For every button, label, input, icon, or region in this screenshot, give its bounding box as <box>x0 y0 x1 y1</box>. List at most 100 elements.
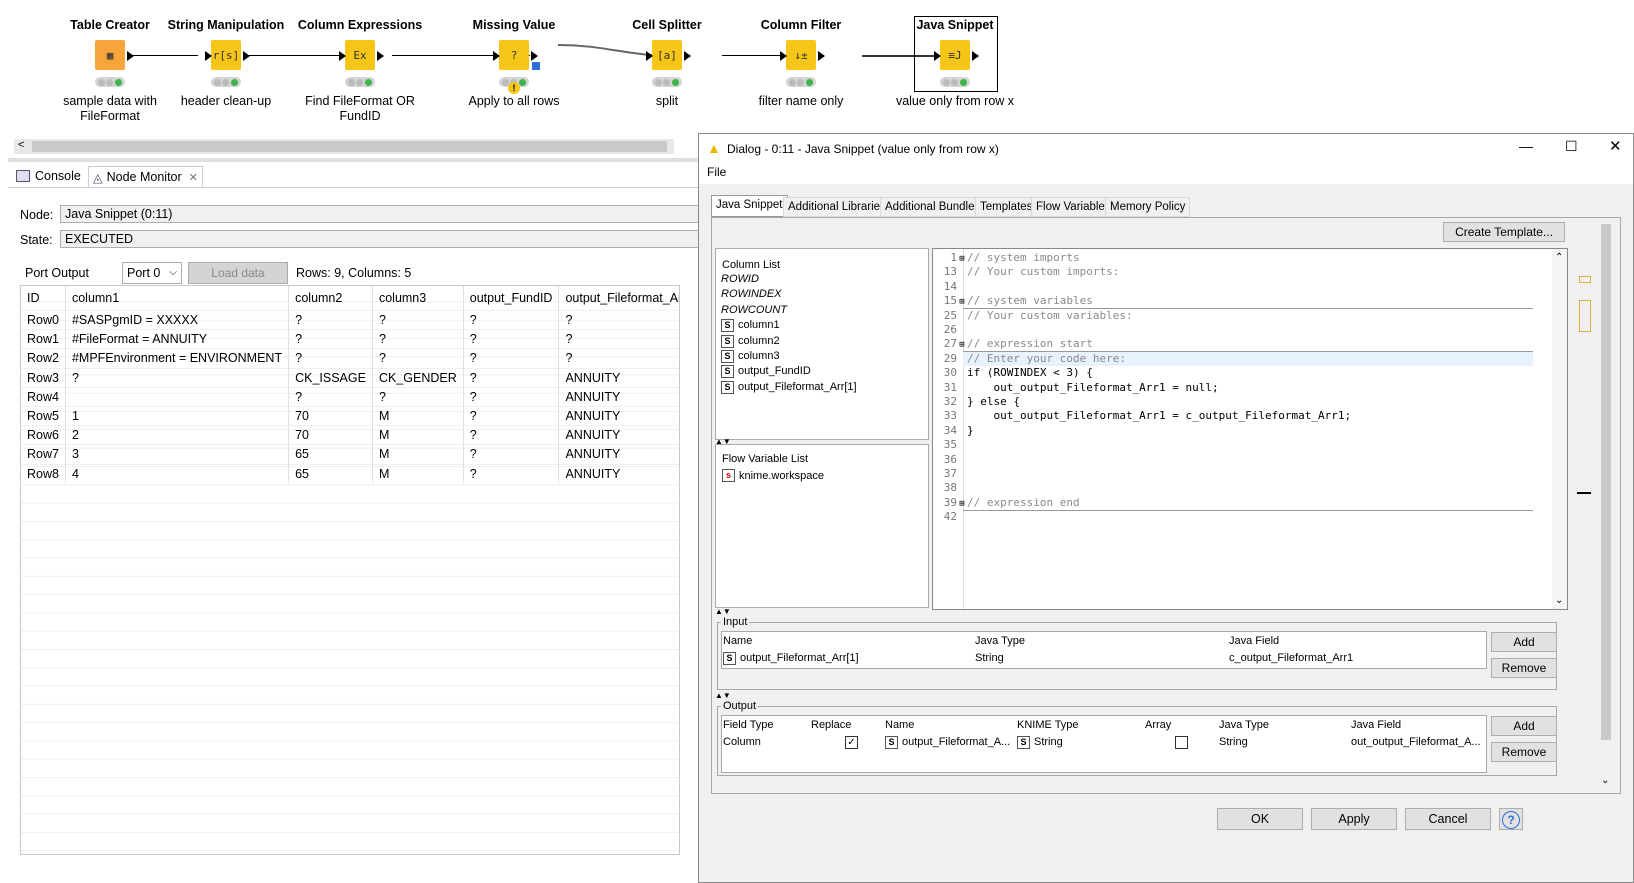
node-description[interactable]: filter name only <box>721 94 881 109</box>
fold-toggle-icon[interactable]: ⊞ <box>957 295 967 309</box>
flow-variable-port-icon[interactable] <box>532 62 540 70</box>
table-row[interactable]: Row1 #FileFormat = ANNUITY???? <box>21 329 679 349</box>
column-filter-icon[interactable]: ↓± <box>786 40 816 70</box>
output-cell[interactable]: S String <box>1017 734 1063 750</box>
node-description[interactable]: Find FileFormat OR FundID <box>280 94 440 124</box>
tab-memory-policy[interactable]: Memory Policy <box>1105 197 1191 217</box>
checkbox[interactable]: ✓ <box>845 735 858 749</box>
output-port-icon[interactable] <box>818 51 825 61</box>
scrollbar-thumb[interactable] <box>1601 224 1611 740</box>
output-cell[interactable]: String <box>1219 734 1248 750</box>
port-select[interactable]: Port 0 ⌵ <box>122 262 182 284</box>
missing-value-icon[interactable]: ? <box>499 40 529 70</box>
minimize-icon[interactable]: — <box>1519 138 1533 154</box>
output-cell[interactable]: Soutput_Fileformat_A... <box>885 734 1010 750</box>
output-cell[interactable] <box>1145 734 1188 750</box>
node-description[interactable]: value only from row x <box>875 94 1035 109</box>
tab-additional-libraries[interactable]: Additional Libraries <box>783 197 891 217</box>
output-add-button[interactable]: Add <box>1491 716 1557 736</box>
output-cell[interactable]: out_output_Fileformat_A... <box>1351 734 1481 750</box>
table-creator-icon[interactable]: ▦ <box>95 40 125 70</box>
output-port-icon[interactable] <box>684 51 691 61</box>
column-list-item[interactable]: ROWID <box>721 272 759 287</box>
column-header[interactable]: column2 <box>288 286 373 311</box>
output-port-icon[interactable] <box>243 51 250 61</box>
apply-button[interactable]: Apply <box>1311 808 1397 830</box>
close-icon[interactable]: ✕ <box>189 171 198 184</box>
input-port-icon[interactable] <box>646 51 653 61</box>
table-row[interactable]: Row7 3 65 M? ANNUITY <box>21 444 679 464</box>
column-list-item[interactable]: Soutput_FundID <box>721 364 811 379</box>
scroll-left-icon[interactable]: < <box>18 139 24 151</box>
tab-templates[interactable]: Templates <box>975 197 1038 217</box>
string-manipulation-icon[interactable]: r[s] <box>211 40 241 70</box>
input-cell[interactable]: String <box>975 650 1004 666</box>
fold-toggle-icon[interactable]: ⊞ <box>957 497 967 511</box>
column-list-item[interactable]: ROWCOUNT <box>721 303 787 318</box>
output-port-icon[interactable] <box>531 51 538 61</box>
column-header[interactable]: column3 <box>372 286 464 311</box>
node-description[interactable]: Apply to all rows <box>434 94 594 109</box>
data-table[interactable]: ID column1 column2 column3 output_FundID outp… <box>20 285 680 855</box>
output-cell[interactable]: ✓ <box>811 734 858 750</box>
column-header[interactable]: output_Fileformat_Arr[1] <box>558 286 679 311</box>
flow-variable-item[interactable]: s knime.workspace <box>722 469 824 482</box>
column-list-item[interactable]: Scolumn1 <box>721 318 780 333</box>
table-row[interactable]: Row0 #SASPgmID = XXXXX???? <box>21 309 679 330</box>
scroll-down-icon[interactable]: ⌄ <box>1601 775 1609 786</box>
maximize-icon[interactable]: ☐ <box>1565 138 1578 155</box>
tab-additional-bundles[interactable]: Additional Bundles <box>880 197 986 217</box>
tab-java-snippet[interactable]: Java Snippet <box>711 195 788 217</box>
create-template-button[interactable]: Create Template... <box>1443 222 1565 242</box>
column-expressions-icon[interactable]: Ex <box>345 40 375 70</box>
column-list-item[interactable]: Scolumn3 <box>721 349 780 364</box>
input-remove-button[interactable]: Remove <box>1491 658 1557 678</box>
table-row[interactable]: Row8 4 65 M? ANNUITY <box>21 463 679 483</box>
column-list-item[interactable]: ROWINDEX <box>721 287 782 302</box>
code-editor[interactable]: 1 ⊞// system imports 13 // Your custom imp… <box>932 248 1568 610</box>
table-row[interactable]: Row5 1 70 M? ANNUITY <box>21 405 679 426</box>
column-header[interactable]: ID <box>21 286 66 311</box>
input-cell[interactable]: Soutput_Fileformat_Arr[1] <box>723 650 859 666</box>
fold-toggle-icon[interactable]: ⊞ <box>957 338 967 352</box>
tab-node-monitor[interactable]: ◬ Node Monitor ✕ <box>88 166 203 187</box>
input-port-icon[interactable] <box>493 51 500 61</box>
column-header[interactable]: column1 <box>65 286 290 311</box>
table-row[interactable]: Row2 #MPFEnvironment = ENVIRONMENT???? <box>21 348 679 369</box>
close-icon[interactable]: ✕ <box>1609 137 1622 155</box>
fold-toggle-icon[interactable]: ⊞ <box>957 252 967 266</box>
tab-console[interactable]: Console <box>16 166 81 186</box>
scroll-down-icon[interactable]: ⌄ <box>1555 595 1563 606</box>
splitter[interactable]: ▲▼ <box>715 692 1575 700</box>
menu-file[interactable]: File <box>707 165 726 179</box>
output-port-icon[interactable] <box>127 51 134 61</box>
input-port-icon[interactable] <box>339 51 346 61</box>
output-port-icon[interactable] <box>377 51 384 61</box>
cell-splitter-icon[interactable]: [a] <box>652 40 682 70</box>
table-row[interactable]: Row3? CK_ISSAGE CK_GENDER? ANNUITY <box>21 367 679 388</box>
canvas-horizontal-scrollbar[interactable]: < <box>14 139 674 154</box>
cancel-button[interactable]: Cancel <box>1405 808 1491 830</box>
input-port-icon[interactable] <box>205 51 212 61</box>
output-remove-button[interactable]: Remove <box>1491 742 1557 762</box>
ok-button[interactable]: OK <box>1217 808 1303 830</box>
column-header[interactable]: output_FundID <box>463 286 560 311</box>
input-add-button[interactable]: Add <box>1491 632 1557 652</box>
table-row[interactable]: Row4??? ANNUITY <box>21 386 679 407</box>
editor-scrollbar[interactable]: ⌃ ⌄ <box>1552 249 1567 609</box>
help-button[interactable]: ? <box>1499 808 1523 830</box>
load-data-button[interactable]: Load data <box>188 262 288 284</box>
checkbox[interactable] <box>1175 735 1188 749</box>
table-cell: Row7 <box>21 444 66 464</box>
input-port-icon[interactable] <box>780 51 787 61</box>
output-cell[interactable]: Column <box>723 734 761 750</box>
scrollbar-thumb[interactable] <box>32 141 667 152</box>
dialog-scrollbar[interactable]: ⌄ <box>1599 222 1613 788</box>
column-list-item[interactable]: Scolumn2 <box>721 334 780 349</box>
splitter[interactable]: ▲▼ <box>715 608 1575 616</box>
table-row[interactable]: Row6 2 70 M? ANNUITY <box>21 425 679 445</box>
input-cell[interactable]: c_output_Fileformat_Arr1 <box>1229 650 1353 666</box>
column-list-item[interactable]: Soutput_Fileformat_Arr[1] <box>721 380 857 395</box>
scroll-up-icon[interactable]: ⌃ <box>1555 252 1563 263</box>
tab-flow-variables[interactable]: Flow Variables <box>1031 197 1116 217</box>
